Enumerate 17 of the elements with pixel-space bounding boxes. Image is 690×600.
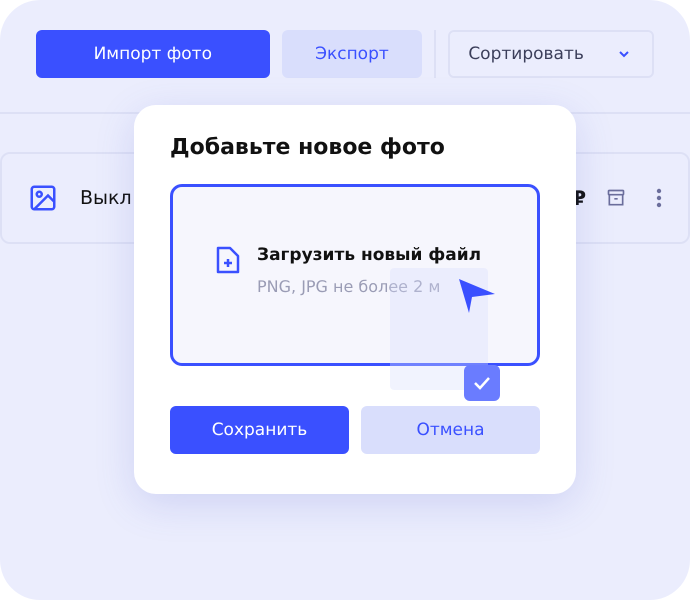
row-name: Выкл — [80, 187, 133, 209]
upload-hint: PNG, JPG не более 2 м — [257, 277, 442, 296]
more-icon[interactable] — [656, 188, 662, 208]
file-plus-icon — [215, 245, 241, 275]
image-icon — [28, 183, 58, 213]
import-button[interactable]: Импорт фото — [36, 30, 270, 78]
export-button[interactable]: Экспорт — [282, 30, 422, 78]
save-button[interactable]: Сохранить — [170, 406, 349, 454]
dialog-title: Добавьте новое фото — [170, 135, 446, 160]
archive-icon[interactable] — [606, 188, 626, 208]
check-icon — [473, 376, 491, 390]
sort-dropdown[interactable]: Сортировать — [448, 30, 654, 78]
upload-label: Загрузить новый файл — [257, 245, 482, 265]
cancel-button[interactable]: Отмена — [361, 406, 540, 454]
upload-dropzone[interactable]: Загрузить новый файл PNG, JPG не более 2 м — [170, 184, 540, 366]
chevron-down-icon — [618, 50, 630, 58]
cursor-icon — [457, 277, 497, 315]
